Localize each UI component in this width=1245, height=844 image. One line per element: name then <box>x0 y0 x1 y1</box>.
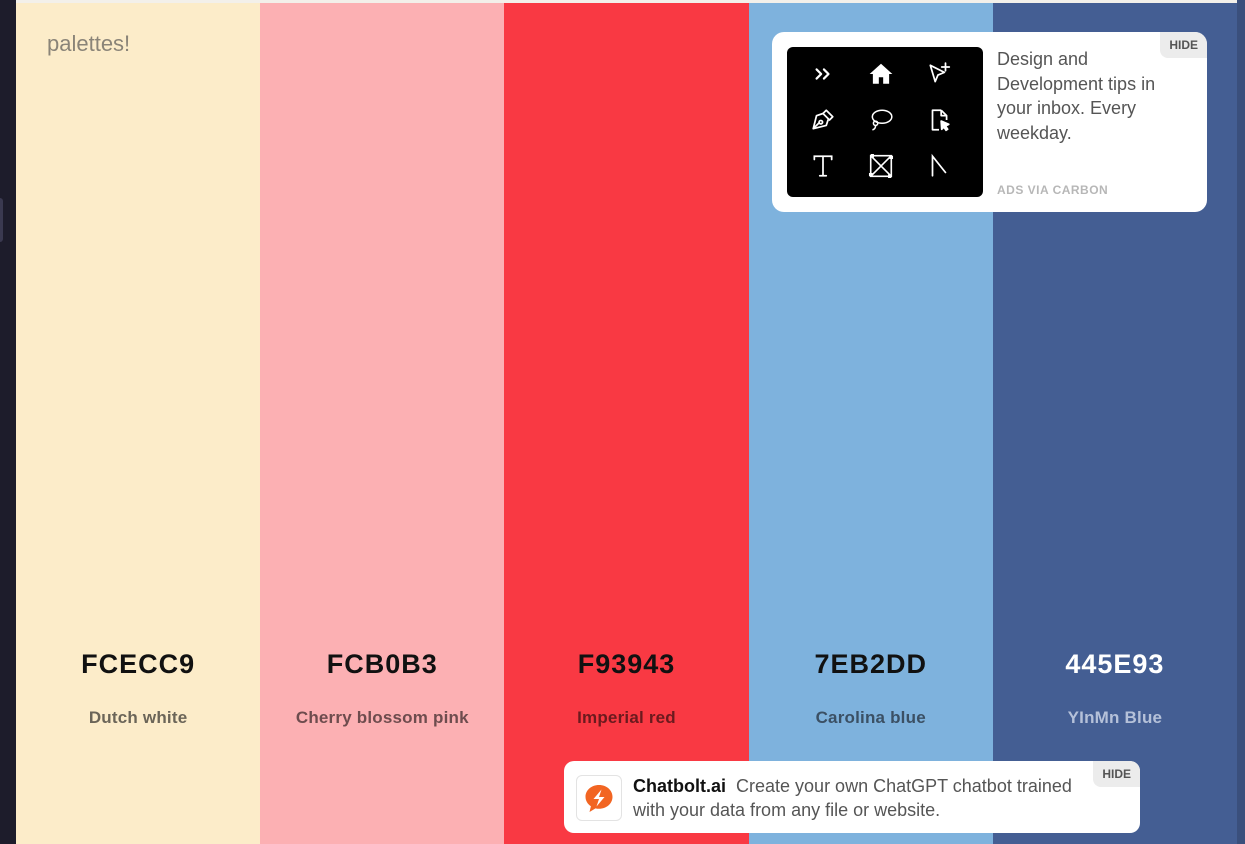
swatch-imperial-red[interactable]: F93943 Imperial red <box>504 3 749 844</box>
lasso-icon <box>866 105 896 135</box>
pen-nib-icon <box>808 105 838 135</box>
ads-via-carbon-link[interactable]: ADS VIA CARBON <box>997 183 1108 197</box>
chevrons-right-icon <box>808 59 838 89</box>
swatch-name: Cherry blossom pink <box>295 708 469 727</box>
swatch-cherry-blossom-pink[interactable]: FCB0B3 Cherry blossom pink <box>260 3 505 844</box>
text-tool-icon <box>808 151 838 181</box>
hide-ad-button[interactable]: HIDE <box>1160 32 1207 58</box>
chatbolt-brand: Chatbolt.ai <box>633 776 726 796</box>
frame-icon <box>866 151 896 181</box>
swatch-name: YInMn Blue <box>1067 708 1163 727</box>
swatch-name: Imperial red <box>577 708 676 727</box>
chatbolt-logo-icon <box>576 775 622 821</box>
swatch-dutch-white[interactable]: FCECC9 Dutch white <box>16 3 261 844</box>
line-tool-icon <box>924 151 954 181</box>
chatbolt-message[interactable]: Chatbolt.ai Create your own ChatGPT chat… <box>633 774 1073 822</box>
sidebar-handle[interactable] <box>0 198 3 242</box>
ad-image[interactable] <box>787 47 983 197</box>
file-cursor-icon <box>924 105 954 135</box>
swatch-hex[interactable]: FCB0B3 <box>260 649 504 680</box>
hide-chatbolt-button[interactable]: HIDE <box>1093 761 1140 787</box>
swatch-name: Dutch white <box>88 708 188 727</box>
carbon-ad[interactable]: Design and Development tips in your inbo… <box>772 32 1207 212</box>
swatch-hex[interactable]: F93943 <box>504 649 748 680</box>
cursor-plus-icon <box>924 59 954 89</box>
swatch-hex[interactable]: 7EB2DD <box>749 649 993 680</box>
swatch-name: Carolina blue <box>815 708 926 727</box>
ad-description[interactable]: Design and Development tips in your inbo… <box>997 47 1167 145</box>
scrollbar-track[interactable] <box>1237 0 1245 844</box>
swatch-hex[interactable]: 445E93 <box>993 649 1237 680</box>
home-icon <box>866 59 896 89</box>
brand-text: palettes! <box>47 31 131 56</box>
app-sidebar-edge <box>0 0 16 844</box>
swatch-hex[interactable]: FCECC9 <box>16 649 260 680</box>
chatbolt-ad[interactable]: Chatbolt.ai Create your own ChatGPT chat… <box>564 761 1140 833</box>
